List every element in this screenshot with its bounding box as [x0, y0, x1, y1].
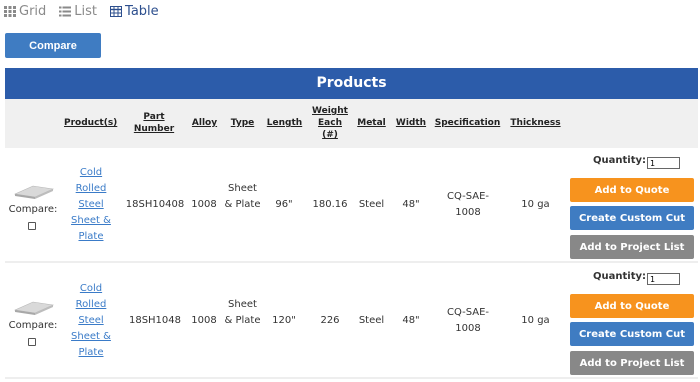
thickness: 10 ga — [521, 315, 550, 326]
view-list-label: List — [74, 4, 98, 19]
column-header-type[interactable]: Type — [228, 117, 257, 129]
create-custom-cut-button[interactable]: Create Custom Cut — [570, 206, 694, 230]
metal: Steel — [358, 199, 385, 210]
view-toggle: Grid List Table — [4, 4, 159, 19]
type: Sheet & Plate — [224, 183, 261, 210]
grid-icon — [4, 6, 16, 17]
part-number: 18SH10408 — [125, 199, 185, 210]
column-header-length[interactable]: Length — [266, 117, 303, 129]
length: 96" — [275, 199, 293, 210]
add-to-quote-button[interactable]: Add to Quote — [570, 294, 694, 318]
view-table-label: Table — [125, 4, 159, 19]
compare-checkbox[interactable] — [28, 222, 36, 230]
alloy: 1008 — [191, 199, 217, 210]
column-header-alloy[interactable]: Alloy — [190, 117, 219, 129]
compare-button[interactable]: Compare — [5, 33, 101, 58]
steel-sheet-thumbnail — [13, 301, 55, 315]
add-to-quote-button[interactable]: Add to Quote — [570, 178, 694, 202]
compare-label: Compare: — [8, 320, 58, 331]
weight-each: 180.16 — [312, 199, 348, 210]
metal: Steel — [358, 315, 385, 326]
add-to-project-list-button[interactable]: Add to Project List — [570, 351, 694, 375]
width: 48" — [402, 199, 420, 210]
type: Sheet & Plate — [224, 299, 261, 326]
view-table-option[interactable]: Table — [110, 4, 159, 19]
view-list-option[interactable]: List — [59, 4, 97, 19]
specification: CQ-SAE-1008 — [446, 307, 490, 334]
product-link[interactable]: Cold Rolled Steel Sheet & Plate — [66, 165, 116, 245]
column-header-metal[interactable]: Metal — [355, 117, 388, 129]
width: 48" — [402, 315, 420, 326]
column-header-thickness[interactable]: Thickness — [508, 117, 563, 129]
create-custom-cut-button[interactable]: Create Custom Cut — [570, 322, 694, 346]
part-number: 18SH1048 — [128, 315, 182, 326]
table-row: Compare: Cold Rolled Steel Sheet & Plate… — [5, 148, 698, 263]
quantity-label: Quantity: — [593, 271, 646, 282]
table-row: Compare: Cold Rolled Steel Sheet & Plate… — [5, 264, 698, 379]
alloy: 1008 — [191, 315, 217, 326]
compare-checkbox[interactable] — [28, 338, 36, 346]
table-header: Product(s) Part Number Alloy Type Length… — [5, 99, 698, 148]
thickness: 10 ga — [521, 199, 550, 210]
quantity-input[interactable] — [647, 157, 680, 169]
compare-label: Compare: — [8, 204, 58, 215]
view-grid-label: Grid — [19, 4, 47, 19]
weight-each: 226 — [320, 315, 340, 326]
steel-sheet-thumbnail — [13, 185, 55, 199]
view-grid-option[interactable]: Grid — [4, 4, 46, 19]
column-header-part-number[interactable]: Part Number — [133, 111, 175, 135]
column-header-weight-each[interactable]: Weight Each (#) — [310, 105, 350, 141]
column-header-width[interactable]: Width — [394, 117, 428, 129]
column-header-products[interactable]: Product(s) — [64, 117, 117, 129]
table-icon — [110, 6, 123, 17]
quantity-input[interactable] — [647, 273, 680, 285]
add-to-project-list-button[interactable]: Add to Project List — [570, 235, 694, 259]
products-title: Products — [5, 68, 698, 99]
product-link[interactable]: Cold Rolled Steel Sheet & Plate — [66, 281, 116, 361]
length: 120" — [272, 315, 296, 326]
column-header-specification[interactable]: Specification — [433, 117, 502, 129]
list-icon — [59, 6, 72, 17]
specification: CQ-SAE-1008 — [446, 191, 490, 218]
quantity-label: Quantity: — [593, 155, 646, 166]
